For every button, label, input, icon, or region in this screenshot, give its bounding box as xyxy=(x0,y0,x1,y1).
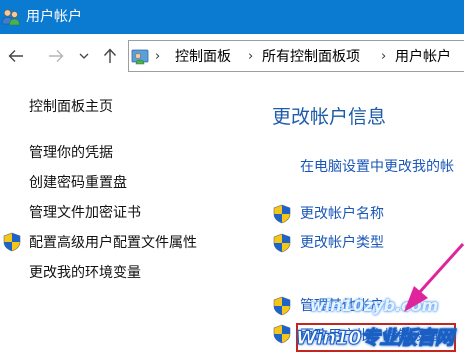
sidebar-item-change-environment-variables[interactable]: 更改我的环境变量 xyxy=(29,263,141,283)
breadcrumb-separator: › xyxy=(248,49,254,64)
user-accounts-icon xyxy=(1,9,20,26)
control-panel-home-link[interactable]: 控制面板主页 xyxy=(29,97,113,117)
uac-shield-icon xyxy=(273,204,291,224)
sidebar-item-advanced-profile-properties[interactable]: 配置高级用户配置文件属性 xyxy=(29,233,197,253)
title-bar: 用户帐户 xyxy=(0,0,464,34)
sidebar-item-create-password-reset-disk[interactable]: 创建密码重置盘 xyxy=(29,173,127,193)
uac-shield-icon xyxy=(273,296,291,316)
site-banner: Win10专业版官网 xyxy=(295,327,454,350)
pc-settings-link[interactable]: 在电脑设置中更改我的帐 xyxy=(300,157,454,177)
sidebar-item-manage-credentials[interactable]: 管理你的凭据 xyxy=(29,143,113,163)
uac-shield-icon xyxy=(273,233,291,253)
up-arrow-icon xyxy=(103,48,117,63)
sidebar-item-manage-encryption-certificates[interactable]: 管理文件加密证书 xyxy=(29,203,141,223)
breadcrumb-separator: › xyxy=(155,49,161,64)
breadcrumb-separator: › xyxy=(381,49,387,64)
up-button[interactable] xyxy=(99,44,121,68)
uac-shield-icon xyxy=(3,232,21,252)
uac-shield-icon xyxy=(273,324,291,344)
back-button[interactable] xyxy=(5,44,27,68)
window-title: 用户帐户 xyxy=(26,9,82,25)
breadcrumb-item-user-accounts[interactable]: 用户帐户 xyxy=(395,47,451,67)
chevron-down-icon xyxy=(79,53,89,59)
recent-locations-button[interactable] xyxy=(76,44,92,68)
breadcrumb-item-all-items[interactable]: 所有控制面板项 xyxy=(262,47,360,67)
page-heading: 更改帐户信息 xyxy=(272,106,387,128)
navigation-bar: › 控制面板 › 所有控制面板项 › 用户帐户 xyxy=(0,34,464,78)
address-bar[interactable]: › 控制面板 › 所有控制面板项 › 用户帐户 xyxy=(128,40,464,72)
forward-button[interactable] xyxy=(45,44,67,68)
breadcrumb-item-control-panel[interactable]: 控制面板 xyxy=(175,47,231,67)
change-account-name-link[interactable]: 更改帐户名称 xyxy=(300,204,384,224)
change-account-type-link[interactable]: 更改帐户类型 xyxy=(300,233,384,253)
back-arrow-icon xyxy=(8,50,23,62)
control-panel-icon xyxy=(131,49,149,65)
forward-arrow-icon xyxy=(49,50,64,62)
pointer-arrow-icon xyxy=(404,242,464,312)
